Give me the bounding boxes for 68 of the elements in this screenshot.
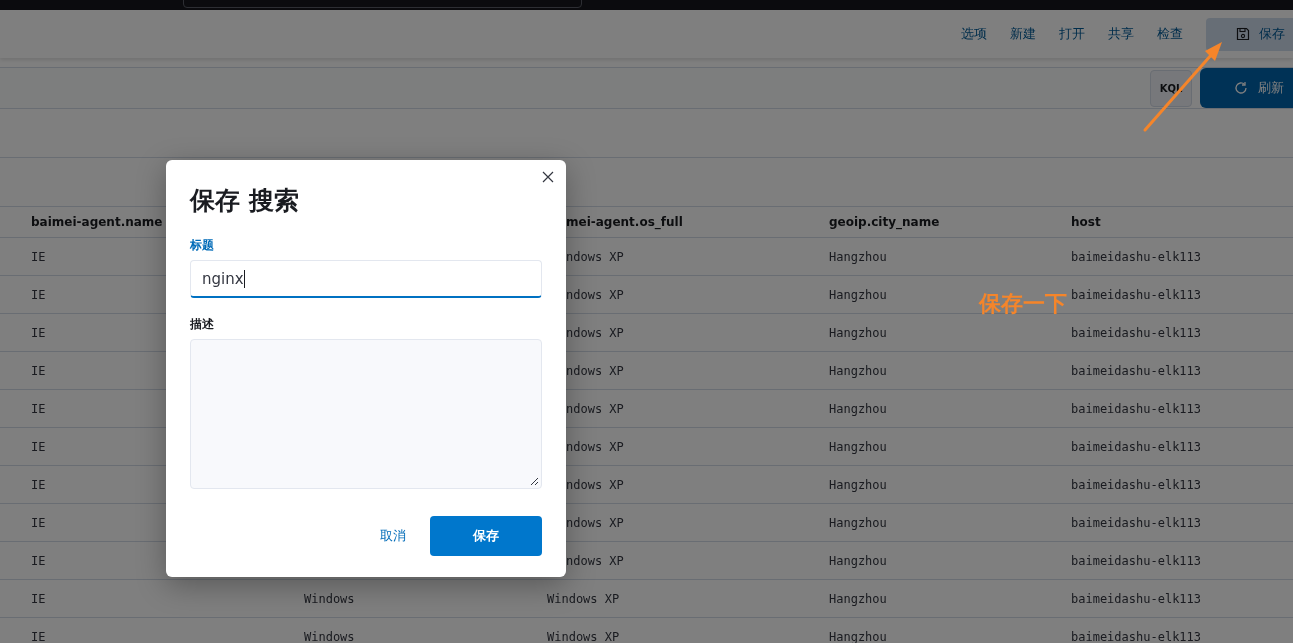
table-cell: baimeidashu-elk113 <box>1071 363 1202 378</box>
table-cell: IE <box>31 401 46 416</box>
table-cell: ndows XP <box>566 325 624 340</box>
table-cell: Windows XP <box>547 591 620 606</box>
column-header[interactable]: mei-agent.os_full <box>566 215 683 229</box>
table-cell: baimeidashu-elk113 <box>1071 325 1202 340</box>
table-cell: Windows XP <box>547 629 620 643</box>
table-cell: Hangzhou <box>829 477 887 492</box>
table-cell: baimeidashu-elk113 <box>1071 553 1202 568</box>
column-header[interactable]: geoip.city_name <box>829 215 940 229</box>
table-cell: Windows <box>304 591 355 606</box>
save-button[interactable]: 保存 <box>430 516 542 556</box>
refresh-button[interactable]: 刷新 <box>1200 68 1293 108</box>
table-cell: Hangzhou <box>829 515 887 530</box>
resize-handle-icon[interactable] <box>530 477 539 486</box>
table-cell: IE <box>31 439 46 454</box>
nav-link[interactable]: 新建 <box>1010 25 1036 43</box>
table-cell: IE <box>31 477 46 492</box>
table-cell: baimeidashu-elk113 <box>1071 287 1202 302</box>
table-cell: ndows XP <box>566 477 624 492</box>
title-input[interactable]: nginx <box>190 260 542 298</box>
table-cell: baimeidashu-elk113 <box>1071 591 1202 606</box>
table-cell: Hangzhou <box>829 287 887 302</box>
nav-link[interactable]: 选项 <box>961 25 987 43</box>
column-header[interactable]: host <box>1071 215 1101 229</box>
nav-link[interactable]: 检查 <box>1157 25 1183 43</box>
table-cell: baimeidashu-elk113 <box>1071 401 1202 416</box>
table-cell: ndows XP <box>566 401 624 416</box>
table-cell: Windows <box>304 629 355 643</box>
table-cell: ndows XP <box>566 287 624 302</box>
cancel-button[interactable]: 取消 <box>380 527 406 545</box>
refresh-icon <box>1234 81 1248 95</box>
table-cell: IE <box>31 591 46 606</box>
field-label: 描述 <box>190 316 215 333</box>
field-label: 标题 <box>190 237 215 254</box>
nav-link[interactable]: 共享 <box>1108 25 1134 43</box>
column-header[interactable]: baimei-agent.name <box>31 215 163 229</box>
table-cell: ndows XP <box>566 515 624 530</box>
table-cell: IE <box>31 325 46 340</box>
table-cell: ndows XP <box>566 553 624 568</box>
table-cell: baimeidashu-elk113 <box>1071 629 1202 643</box>
table-cell: Hangzhou <box>829 363 887 378</box>
table-cell: baimeidashu-elk113 <box>1071 515 1202 530</box>
table-cell: IE <box>31 287 46 302</box>
table-cell: baimeidashu-elk113 <box>1071 249 1202 264</box>
table-cell: IE <box>31 249 46 264</box>
table-cell: ndows XP <box>566 249 624 264</box>
table-cell: Hangzhou <box>829 249 887 264</box>
table-cell: Hangzhou <box>829 591 887 606</box>
table-cell: Hangzhou <box>829 553 887 568</box>
table-cell: IE <box>31 363 46 378</box>
table-cell: Hangzhou <box>829 629 887 643</box>
table-cell: baimeidashu-elk113 <box>1071 477 1202 492</box>
table-cell: IE <box>31 515 46 530</box>
table-cell: IE <box>31 553 46 568</box>
dialog-title: 保存 搜索 <box>190 185 300 217</box>
annotation-text: 保存一下 <box>979 290 1067 318</box>
table-cell: Hangzhou <box>829 325 887 340</box>
table-cell: Hangzhou <box>829 439 887 454</box>
save-icon <box>1236 27 1250 41</box>
close-button[interactable] <box>540 169 556 185</box>
nav-link[interactable]: 打开 <box>1059 25 1085 43</box>
table-cell: ndows XP <box>566 363 624 378</box>
save-button[interactable]: 保存 <box>1206 17 1293 51</box>
table-cell: ndows XP <box>566 439 624 454</box>
table-cell: IE <box>31 629 46 643</box>
table-cell: baimeidashu-elk113 <box>1071 439 1202 454</box>
table-cell: Hangzhou <box>829 401 887 416</box>
